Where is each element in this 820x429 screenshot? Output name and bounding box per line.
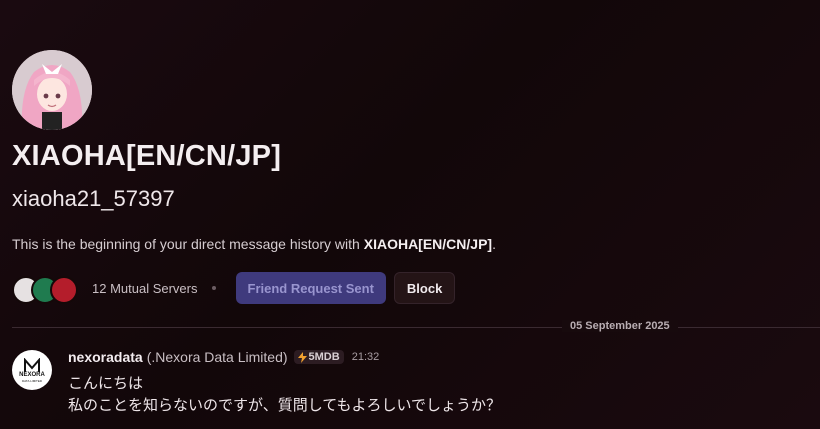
message-author-subtitle: (.Nexora Data Limited) xyxy=(146,349,288,365)
mutual-servers-link[interactable]: 12 Mutual Servers xyxy=(92,281,198,296)
intro-prefix: This is the beginning of your direct mes… xyxy=(12,236,364,252)
message-line-1: こんにちは xyxy=(68,374,144,392)
profile-username: xiaoha21_57397 xyxy=(12,186,175,211)
message-author-avatar[interactable]: NEXORA DATA LIMITED xyxy=(12,350,52,390)
lightning-icon xyxy=(297,351,307,363)
mutual-server-icons[interactable] xyxy=(12,274,78,304)
profile-actions: 12 Mutual Servers Friend Request Sent Bl… xyxy=(12,272,456,304)
server-icon xyxy=(50,276,78,304)
date-divider xyxy=(12,327,820,328)
friend-request-sent-button[interactable]: Friend Request Sent xyxy=(235,272,386,304)
nexora-logo-icon xyxy=(24,357,40,372)
avatar-logo-text: NEXORA xyxy=(19,371,45,378)
message-header: nexoradata (.Nexora Data Limited) 5MDB 2… xyxy=(68,349,379,365)
profile-display-name: XIAOHA[EN/CN/JP] xyxy=(12,140,282,172)
intro-suffix: . xyxy=(492,236,496,252)
message-line-2: 私のことを知らないのですが、質問してもよろしいでしょうか？ xyxy=(68,396,502,414)
block-button[interactable]: Block xyxy=(393,272,456,304)
dm-intro-text: This is the beginning of your direct mes… xyxy=(12,236,496,252)
server-tag-label: 5MDB xyxy=(308,351,340,363)
message-timestamp: 21:32 xyxy=(351,351,380,363)
date-divider-label: 05 September 2025 xyxy=(562,320,678,332)
separator-dot xyxy=(211,286,216,290)
profile-avatar[interactable] xyxy=(12,50,92,130)
intro-name: XIAOHA[EN/CN/JP] xyxy=(363,236,493,252)
server-tag-badge[interactable]: 5MDB xyxy=(293,350,344,364)
message-author[interactable]: nexoradata xyxy=(68,349,143,365)
avatar-logo-subtext: DATA LIMITED xyxy=(21,378,43,383)
